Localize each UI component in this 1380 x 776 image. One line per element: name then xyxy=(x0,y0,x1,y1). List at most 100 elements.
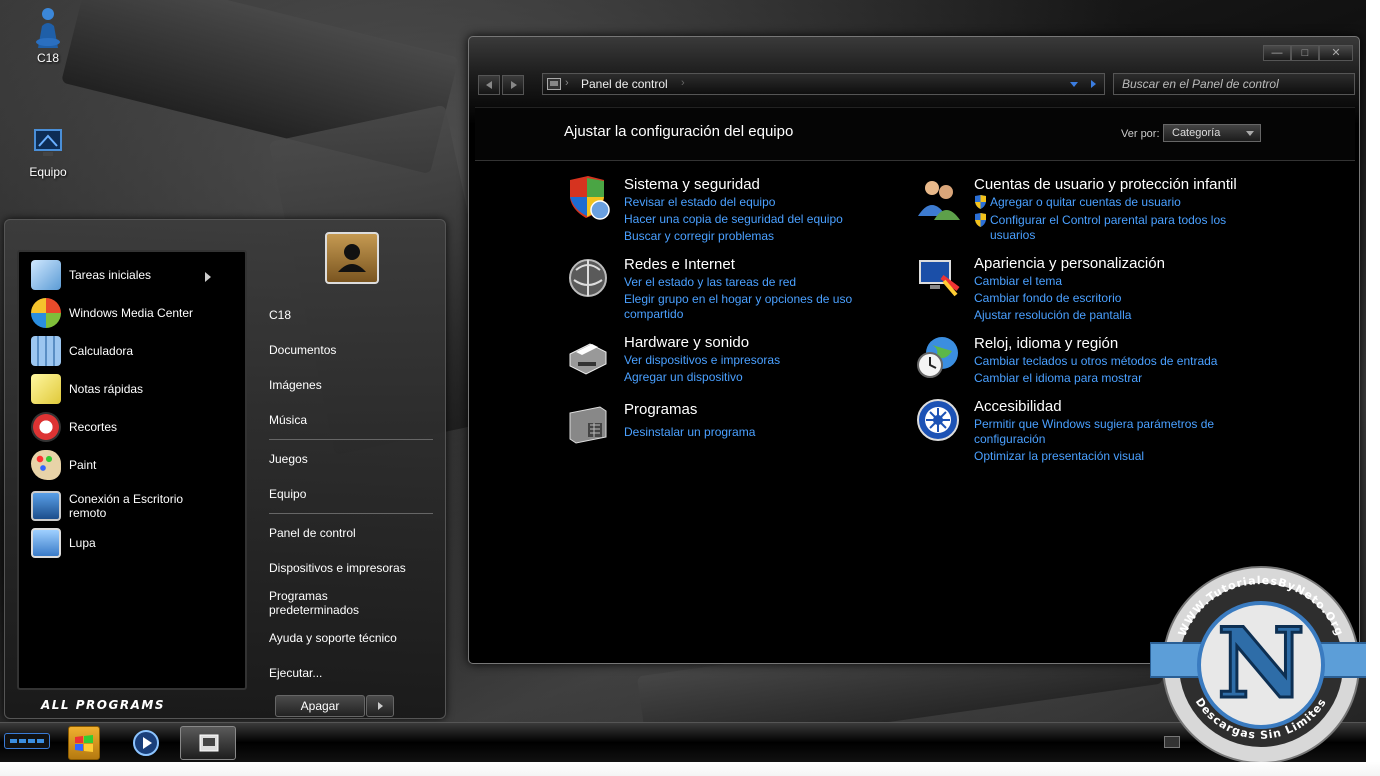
user-avatar[interactable] xyxy=(325,232,379,284)
watermark-letter: N xyxy=(1217,607,1305,720)
watermark-badge-icon: N WWW.TutorialesByNeto.Org Descargas Sin… xyxy=(1149,566,1373,764)
breadcrumb[interactable]: Panel de control xyxy=(581,77,668,91)
start-link-c18[interactable]: C18 xyxy=(269,308,291,322)
program-calculadora[interactable]: Calculadora xyxy=(31,334,133,368)
program-tareas-iniciales[interactable]: Tareas iniciales xyxy=(31,258,151,292)
link-configuracion[interactable]: configuración xyxy=(974,432,1045,447)
link-presentacion-visual[interactable]: Optimizar la presentación visual xyxy=(974,449,1144,464)
snipping-tool-icon xyxy=(31,412,61,442)
go-arrow-icon[interactable] xyxy=(1091,80,1096,88)
category-title[interactable]: Accesibilidad xyxy=(974,398,1062,415)
program-notas-rapidas[interactable]: Notas rápidas xyxy=(31,372,143,406)
remote-desktop-icon xyxy=(31,491,61,521)
link-fondo-escritorio[interactable]: Cambiar fondo de escritorio xyxy=(974,291,1121,306)
breadcrumb-separator: › xyxy=(681,77,685,89)
screenshot-border-bottom xyxy=(0,762,1380,776)
program-paint[interactable]: Paint xyxy=(31,448,96,482)
user-silhouette-icon xyxy=(338,244,366,272)
start-button[interactable] xyxy=(68,726,100,760)
network-globe-icon xyxy=(569,259,607,297)
calculator-icon xyxy=(31,336,61,366)
separator xyxy=(269,513,433,514)
category-title[interactable]: Reloj, idioma y región xyxy=(974,335,1118,352)
breadcrumb-separator: › xyxy=(565,77,569,89)
programs-icon xyxy=(569,406,607,444)
shutdown-button[interactable]: Apagar xyxy=(275,695,365,717)
link-grupo-hogar[interactable]: Elegir grupo en el hogar y opciones de u… xyxy=(624,292,852,307)
maximize-button[interactable]: □ xyxy=(1291,45,1319,61)
search-input[interactable] xyxy=(1114,74,1354,94)
start-link-programas-predeterminados[interactable]: Programas predeterminados xyxy=(269,589,359,617)
start-link-musica[interactable]: Música xyxy=(269,413,307,427)
category-title[interactable]: Hardware y sonido xyxy=(624,334,749,351)
uac-shield-icon xyxy=(975,195,986,209)
link-copia-seguridad[interactable]: Hacer una copia de seguridad del equipo xyxy=(624,212,843,227)
getting-started-icon xyxy=(31,260,61,290)
category-title[interactable]: Sistema y seguridad xyxy=(624,176,760,193)
program-lupa[interactable]: Lupa xyxy=(31,526,96,560)
start-link-ayuda[interactable]: Ayuda y soporte técnico xyxy=(269,631,397,645)
link-resolucion[interactable]: Ajustar resolución de pantalla xyxy=(974,308,1131,323)
magnifier-icon xyxy=(31,528,61,558)
link-cambiar-idioma[interactable]: Cambiar el idioma para mostrar xyxy=(974,371,1142,386)
control-panel-icon xyxy=(547,78,561,90)
accessibility-icon xyxy=(917,399,959,441)
view-by-label: Ver por: xyxy=(1121,128,1160,140)
category-title[interactable]: Programas xyxy=(624,401,697,418)
play-icon xyxy=(133,730,159,756)
link-agregar-dispositivo[interactable]: Agregar un dispositivo xyxy=(624,370,743,385)
desktop-icon-label: Equipo xyxy=(29,165,67,179)
program-windows-media-center[interactable]: Windows Media Center xyxy=(31,296,193,330)
start-link-equipo[interactable]: Equipo xyxy=(269,487,306,501)
address-bar[interactable]: › Panel de control › xyxy=(542,73,1105,95)
link-corregir-problemas[interactable]: Buscar y corregir problemas xyxy=(624,229,774,244)
display-palette-icon xyxy=(919,260,960,297)
back-button[interactable] xyxy=(478,75,500,95)
category-title[interactable]: Redes e Internet xyxy=(624,256,735,273)
start-link-juegos[interactable]: Juegos xyxy=(269,452,308,466)
windows-logo-icon xyxy=(75,735,93,752)
category-title[interactable]: Cuentas de usuario y protección infantil xyxy=(974,176,1237,193)
computer-icon xyxy=(34,129,62,156)
shutdown-options-button[interactable] xyxy=(366,695,394,717)
media-player-taskbar-button[interactable] xyxy=(130,726,162,760)
link-cambiar-teclados[interactable]: Cambiar teclados u otros métodos de entr… xyxy=(974,354,1217,369)
watermark-logo: N WWW.TutorialesByNeto.Org Descargas Sin… xyxy=(1149,565,1373,765)
forward-button[interactable] xyxy=(502,75,524,95)
desktop-icon-equipo[interactable]: Equipo xyxy=(13,128,83,179)
printer-icon xyxy=(569,343,607,375)
link-control-parental[interactable]: Configurar el Control parental para todo… xyxy=(990,213,1226,228)
control-panel-taskbar-button[interactable] xyxy=(180,726,236,760)
uac-shield-icon xyxy=(975,213,986,227)
show-desktop-button[interactable] xyxy=(4,733,50,749)
link-windows-sugiera[interactable]: Permitir que Windows sugiera parámetros … xyxy=(974,417,1214,432)
link-cambiar-tema[interactable]: Cambiar el tema xyxy=(974,274,1062,289)
start-link-ejecutar[interactable]: Ejecutar... xyxy=(269,666,322,680)
minimize-button[interactable]: — xyxy=(1263,45,1291,61)
user-folder-icon xyxy=(36,8,60,48)
desktop-icon-c18[interactable]: C18 xyxy=(13,4,83,65)
users-icon xyxy=(918,181,960,220)
link-usuarios[interactable]: usuarios xyxy=(990,228,1035,243)
start-link-documentos[interactable]: Documentos xyxy=(269,343,336,357)
view-by-dropdown[interactable]: Categoría xyxy=(1163,124,1261,142)
submenu-arrow-icon[interactable] xyxy=(205,272,211,282)
link-revisar-estado[interactable]: Revisar el estado del equipo xyxy=(624,195,775,210)
start-link-panel-de-control[interactable]: Panel de control xyxy=(269,526,356,540)
start-link-dispositivos[interactable]: Dispositivos e impresoras xyxy=(269,561,406,575)
start-link-imagenes[interactable]: Imágenes xyxy=(269,378,322,392)
link-agregar-cuentas[interactable]: Agregar o quitar cuentas de usuario xyxy=(990,195,1181,210)
window-controls: — □ ✕ xyxy=(1263,45,1353,61)
link-desinstalar[interactable]: Desinstalar un programa xyxy=(624,425,755,440)
close-button[interactable]: ✕ xyxy=(1319,45,1353,61)
program-recortes[interactable]: Recortes xyxy=(31,410,117,444)
chevron-down-icon[interactable] xyxy=(1070,82,1078,87)
link-estado-red[interactable]: Ver el estado y las tareas de red xyxy=(624,275,796,290)
link-ver-dispositivos[interactable]: Ver dispositivos e impresoras xyxy=(624,353,780,368)
link-compartido[interactable]: compartido xyxy=(624,307,683,322)
all-programs-button[interactable]: ALL PROGRAMS xyxy=(41,698,165,712)
search-box[interactable] xyxy=(1113,73,1355,95)
category-title[interactable]: Apariencia y personalización xyxy=(974,255,1165,272)
control-panel-icon xyxy=(199,734,219,752)
program-conexion-escritorio-remoto[interactable]: Conexión a Escritorio remoto xyxy=(31,486,183,526)
